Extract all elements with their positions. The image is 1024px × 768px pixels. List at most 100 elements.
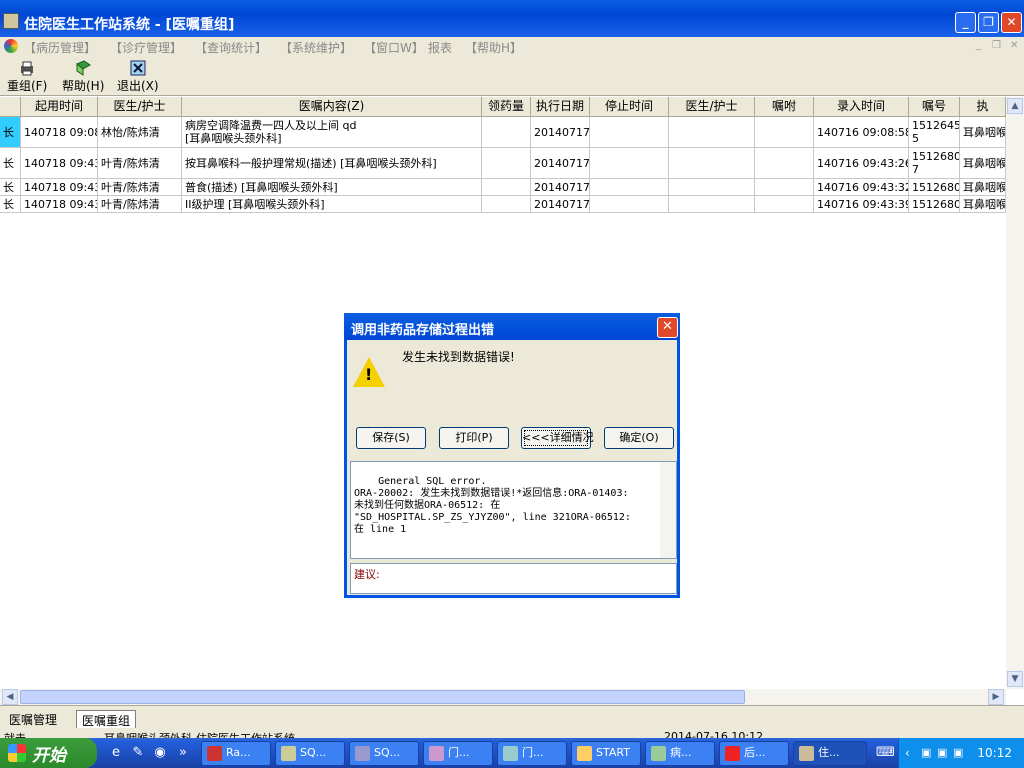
col-header-order-no[interactable]: 嘱号 bbox=[909, 97, 960, 117]
app-icon[interactable] bbox=[3, 13, 19, 29]
col-header-instruction[interactable]: 嘱咐 bbox=[755, 97, 814, 117]
row2-instruction[interactable] bbox=[755, 148, 814, 179]
row2-doctor[interactable]: 叶青/陈炜清 bbox=[98, 148, 182, 179]
tab-order-regroup[interactable]: 医嘱重组 bbox=[76, 710, 137, 728]
taskbar-item-door1[interactable]: 门... bbox=[423, 741, 493, 766]
details-button[interactable]: <<<详细情况 bbox=[521, 427, 594, 449]
mdi-minimize-button[interactable]: _ bbox=[976, 40, 981, 51]
row4-doctor[interactable]: 叶青/陈炜清 bbox=[98, 196, 182, 213]
row2-exec-dept[interactable]: 耳鼻咽喉 bbox=[960, 148, 1006, 179]
menu-query-stats[interactable]: 【查询统计】 bbox=[195, 39, 267, 56]
taskbar-item-backend[interactable]: 后... bbox=[719, 741, 789, 766]
taskbar-item-ra[interactable]: Ra... bbox=[201, 741, 271, 766]
row4-stop-doctor[interactable] bbox=[669, 196, 755, 213]
exit-button[interactable]: 退出(X) bbox=[117, 60, 159, 94]
col-header-dispense-qty[interactable]: 领药量 bbox=[482, 97, 531, 117]
network-icon-3[interactable]: ▣ bbox=[953, 746, 963, 759]
row3-doctor[interactable]: 叶青/陈炜清 bbox=[98, 179, 182, 196]
taskbar-item-inpatient[interactable]: 住... bbox=[793, 741, 867, 766]
col-header-stop-doctor-nurse[interactable]: 医生/护士 bbox=[669, 97, 755, 117]
taskbar-item-sq2[interactable]: SQ... bbox=[349, 741, 419, 766]
more-chevron-icon[interactable]: » bbox=[178, 745, 188, 761]
menu-help[interactable]: 【帮助H】 bbox=[465, 39, 522, 56]
col-header-type[interactable] bbox=[0, 97, 21, 117]
scroll-right-icon[interactable]: ▶ bbox=[988, 689, 1004, 705]
row4-order-no[interactable]: 15126809 bbox=[909, 196, 960, 213]
col-header-entry-time[interactable]: 录入时间 bbox=[814, 97, 909, 117]
menu-reports[interactable]: 报表 bbox=[428, 39, 452, 56]
col-header-exec-dept[interactable]: 执 bbox=[960, 97, 1006, 117]
network-icon[interactable]: ▣ bbox=[921, 746, 931, 759]
save-button[interactable]: 保存(S) bbox=[356, 427, 426, 449]
suggestion-field[interactable]: 建议: bbox=[350, 563, 677, 594]
row2-stop-doctor[interactable] bbox=[669, 148, 755, 179]
row1-entry-time[interactable]: 140716 09:08:58 bbox=[814, 117, 909, 148]
row1-exec-date[interactable]: 20140717 bbox=[531, 117, 590, 148]
tab-order-management[interactable]: 医嘱管理 bbox=[4, 710, 62, 728]
row4-instruction[interactable] bbox=[755, 196, 814, 213]
mdi-restore-button[interactable]: ❐ bbox=[992, 40, 1001, 51]
keyboard-icon[interactable]: ⌨ bbox=[876, 745, 895, 761]
restore-button[interactable]: ❐ bbox=[978, 12, 999, 33]
row3-stop-time[interactable] bbox=[590, 179, 669, 196]
quicklaunch-icon[interactable]: ✎ bbox=[130, 745, 146, 761]
taskbar-item-start-folder[interactable]: START bbox=[571, 741, 641, 766]
col-header-doctor-nurse[interactable]: 医生/护士 bbox=[98, 97, 182, 117]
minimize-button[interactable]: _ bbox=[955, 12, 976, 33]
ok-button[interactable]: 确定(O) bbox=[604, 427, 674, 449]
tray-expand-icon[interactable]: ‹ bbox=[905, 746, 910, 760]
row2-type[interactable]: 长 bbox=[0, 148, 21, 179]
row1-doctor[interactable]: 林怡/陈炜清 bbox=[98, 117, 182, 148]
menu-medical-records[interactable]: 【病历管理】 bbox=[24, 39, 96, 56]
row1-start-time[interactable]: 140718 09:08 bbox=[21, 117, 98, 148]
network-icon-2[interactable]: ▣ bbox=[937, 746, 947, 759]
row3-qty[interactable] bbox=[482, 179, 531, 196]
menu-window[interactable]: 【窗口W】 bbox=[364, 39, 424, 56]
menu-diagnosis[interactable]: 【诊疗管理】 bbox=[110, 39, 182, 56]
row4-start-time[interactable]: 140718 09:43 bbox=[21, 196, 98, 213]
row2-stop-time[interactable] bbox=[590, 148, 669, 179]
mdi-close-button[interactable]: ✕ bbox=[1010, 40, 1018, 51]
row3-type[interactable]: 长 bbox=[0, 179, 21, 196]
help-button[interactable]: 帮助(H) bbox=[62, 60, 104, 94]
row1-stop-doctor[interactable] bbox=[669, 117, 755, 148]
menu-system-maintenance[interactable]: 【系统维护】 bbox=[280, 39, 352, 56]
print-button[interactable]: 打印(P) bbox=[439, 427, 509, 449]
row1-qty[interactable] bbox=[482, 117, 531, 148]
row4-exec-dept[interactable]: 耳鼻咽喉 bbox=[960, 196, 1006, 213]
row1-instruction[interactable] bbox=[755, 117, 814, 148]
row3-exec-dept[interactable]: 耳鼻咽喉 bbox=[960, 179, 1006, 196]
scroll-left-icon[interactable]: ◀ bbox=[2, 689, 18, 705]
row1-exec-dept[interactable]: 耳鼻咽喉 bbox=[960, 117, 1006, 148]
dialog-close-icon[interactable]: ✕ bbox=[657, 317, 678, 338]
scroll-up-icon[interactable]: ▲ bbox=[1007, 98, 1023, 114]
horizontal-scroll-thumb[interactable] bbox=[20, 690, 745, 704]
scroll-down-icon[interactable]: ▼ bbox=[1007, 671, 1023, 687]
row4-entry-time[interactable]: 140716 09:43:39 bbox=[814, 196, 909, 213]
row2-content[interactable]: 按耳鼻喉科一般护理常规(描述) [耳鼻咽喉头颈外科] bbox=[182, 148, 482, 179]
explorer-icon[interactable]: ◉ bbox=[152, 745, 168, 761]
row3-exec-date[interactable]: 20140717 bbox=[531, 179, 590, 196]
ie-icon[interactable]: e bbox=[108, 745, 124, 761]
row3-order-no[interactable]: 15126808 bbox=[909, 179, 960, 196]
row4-stop-time[interactable] bbox=[590, 196, 669, 213]
regroup-button[interactable]: 重组(F) bbox=[7, 60, 47, 94]
detail-scrollbar[interactable] bbox=[660, 462, 676, 558]
row1-type[interactable]: 长 bbox=[0, 117, 21, 148]
row2-qty[interactable] bbox=[482, 148, 531, 179]
row3-content[interactable]: 普食(描述) [耳鼻咽喉头颈外科] bbox=[182, 179, 482, 196]
row2-entry-time[interactable]: 140716 09:43:26 bbox=[814, 148, 909, 179]
row3-start-time[interactable]: 140718 09:43 bbox=[21, 179, 98, 196]
col-header-stop-time[interactable]: 停止时间 bbox=[590, 97, 669, 117]
row3-entry-time[interactable]: 140716 09:43:32 bbox=[814, 179, 909, 196]
row2-order-no[interactable]: 1512680 7 bbox=[909, 148, 960, 179]
row4-qty[interactable] bbox=[482, 196, 531, 213]
row4-type[interactable]: 长 bbox=[0, 196, 21, 213]
row4-content[interactable]: II级护理 [耳鼻咽喉头颈外科] bbox=[182, 196, 482, 213]
row1-stop-time[interactable] bbox=[590, 117, 669, 148]
start-button[interactable]: 开始 bbox=[0, 738, 97, 768]
horizontal-scrollbar[interactable]: ◀ ▶ bbox=[0, 689, 1006, 705]
taskbar-item-sq1[interactable]: SQ... bbox=[275, 741, 345, 766]
taskbar-item-medical[interactable]: 病... bbox=[645, 741, 715, 766]
row1-order-no[interactable]: 1512645 5 bbox=[909, 117, 960, 148]
